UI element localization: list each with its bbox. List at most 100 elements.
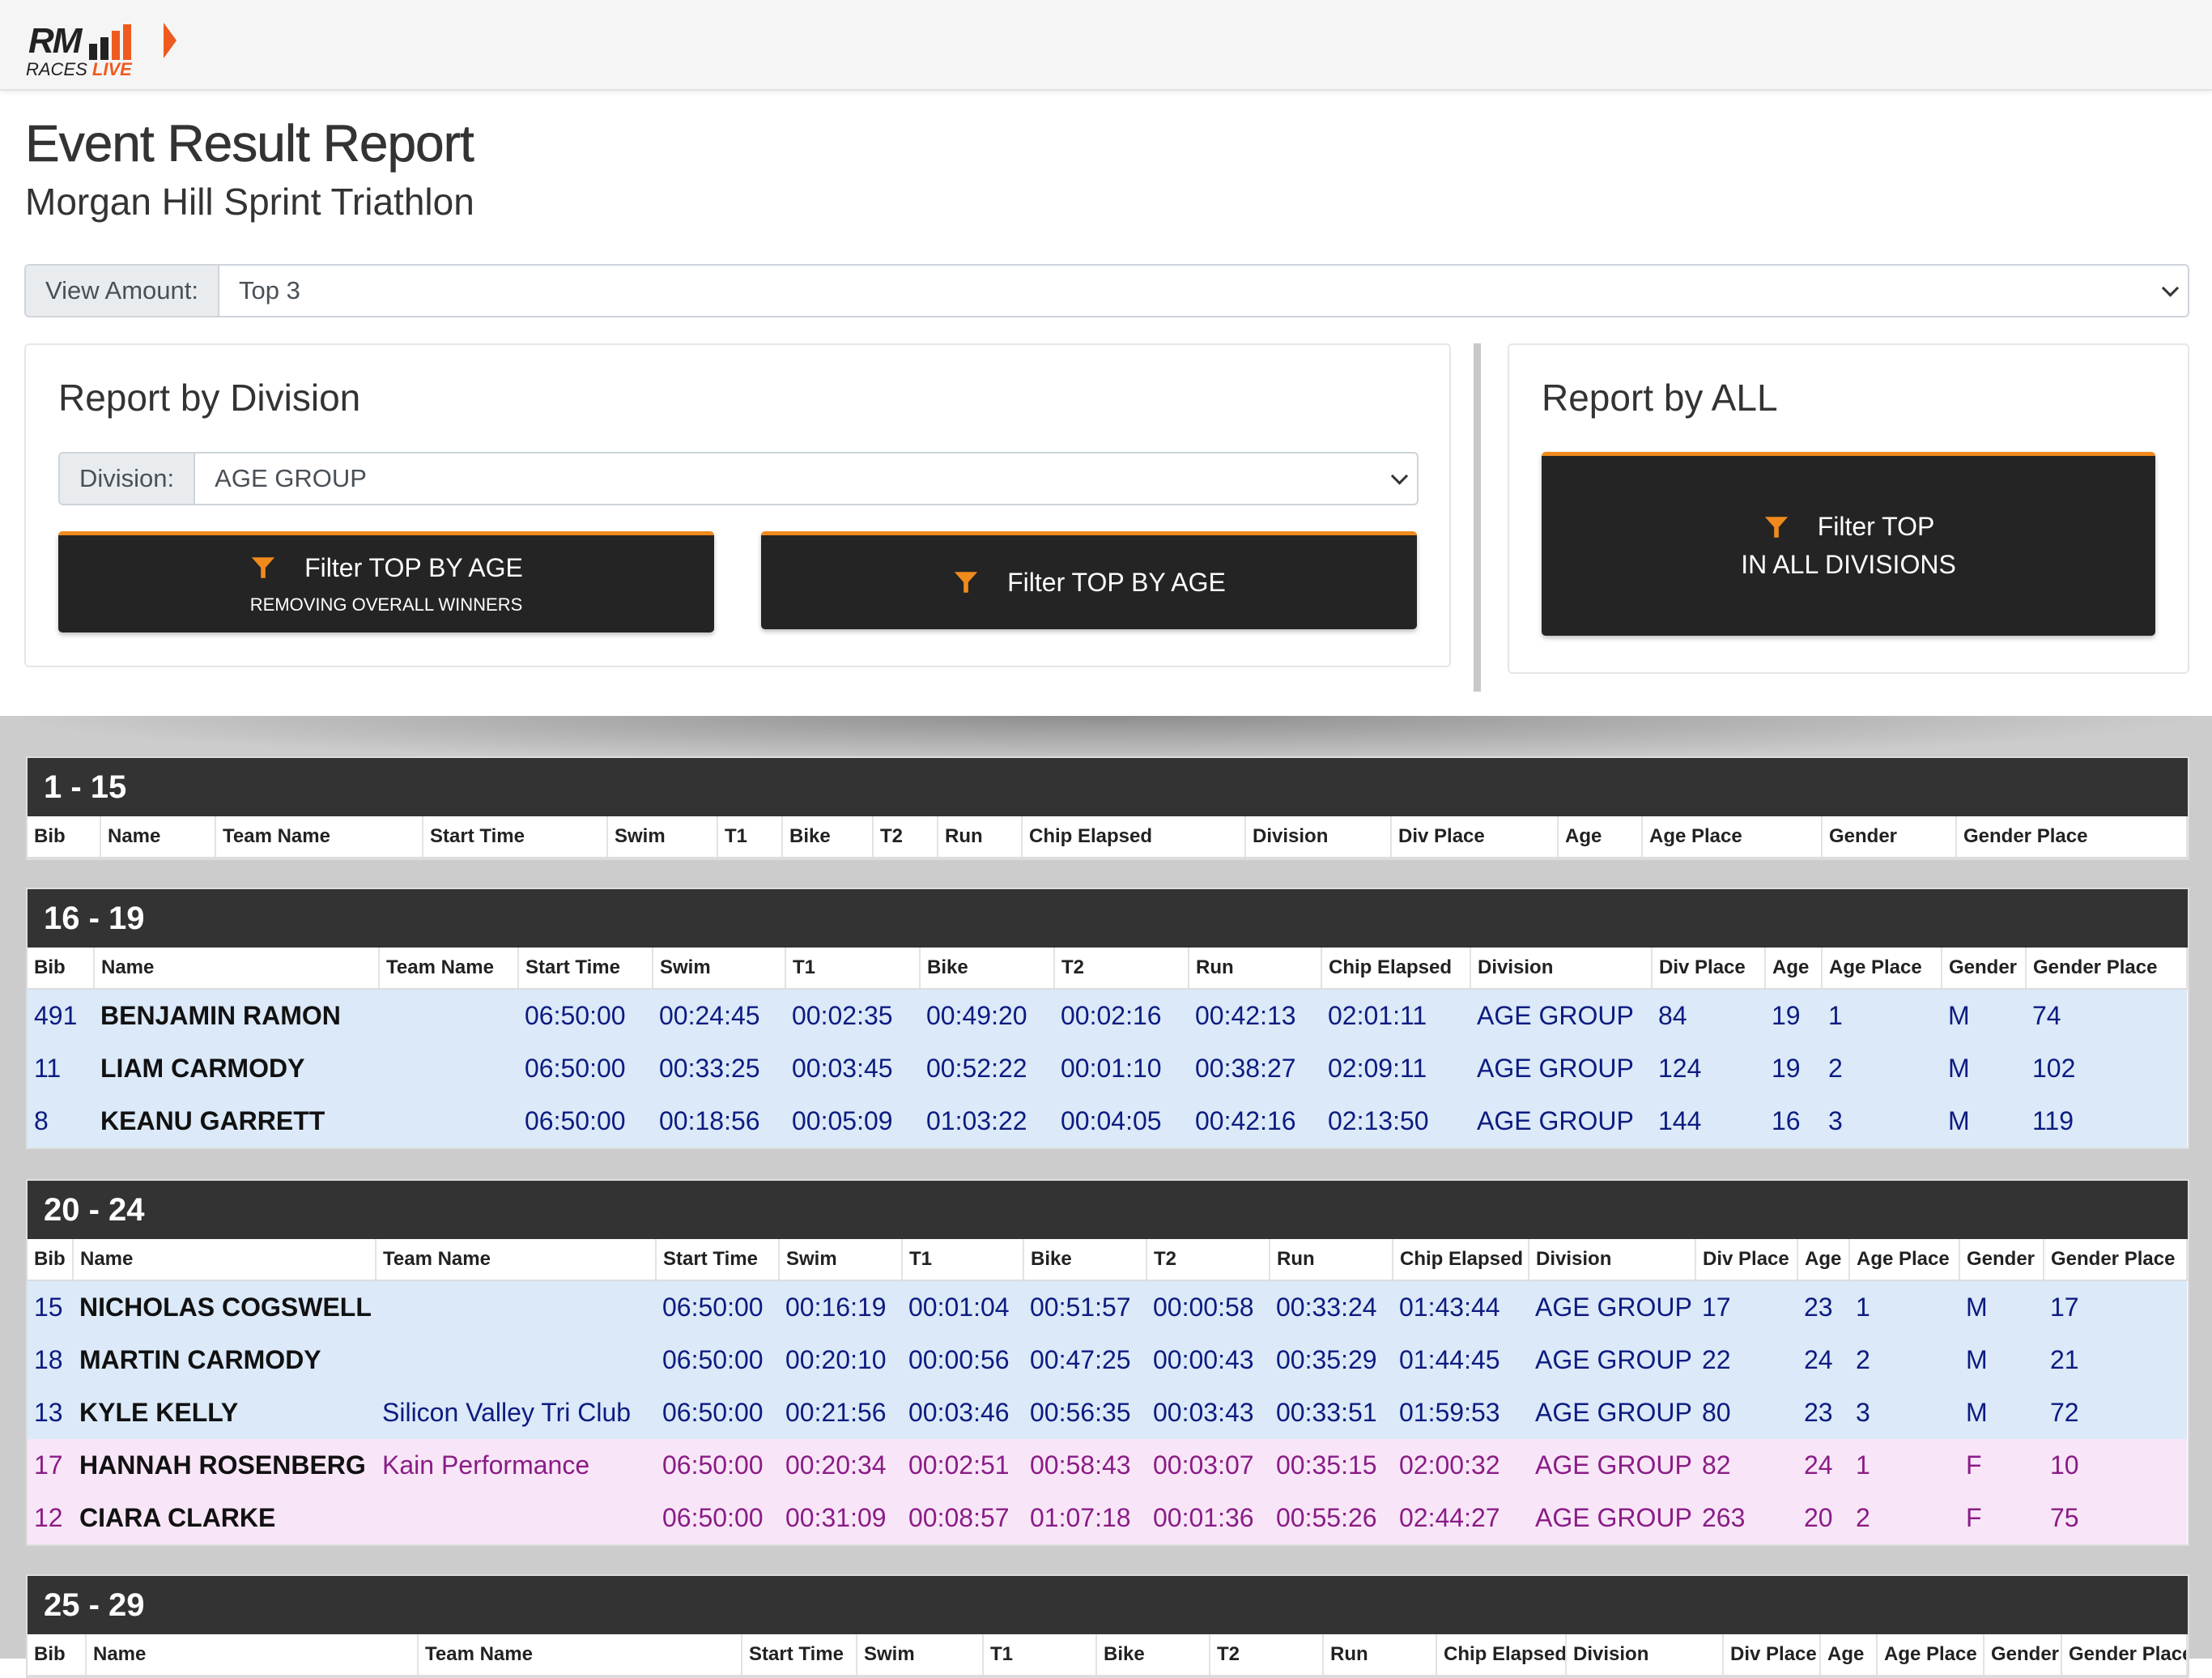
cell-team-name <box>379 989 518 1042</box>
cell-start-time: 06:50:00 <box>656 1280 779 1334</box>
cell-name: CIARA CLARKE <box>73 1492 376 1544</box>
cell-bike: 00:56:35 <box>1023 1386 1146 1439</box>
section-title: 1 - 15 <box>28 758 2188 816</box>
cell-gender: F <box>1959 1439 2044 1492</box>
cell-chip-elapsed: 01:43:44 <box>1393 1280 1529 1334</box>
cell-run: 00:35:29 <box>1270 1334 1393 1386</box>
cell-age-place: 1 <box>1849 1280 1959 1334</box>
cell-bib: 18 <box>28 1334 73 1386</box>
column-header: Age Place <box>1877 1634 1984 1676</box>
section-title: 20 - 24 <box>28 1181 2188 1239</box>
cell-run: 00:33:24 <box>1270 1280 1393 1334</box>
column-header: T2 <box>1210 1634 1324 1676</box>
column-header: Swim <box>779 1239 903 1281</box>
cell-division: AGE GROUP <box>1470 1042 1652 1095</box>
cell-age-place: 2 <box>1849 1492 1959 1544</box>
view-amount-value[interactable]: Top 3 <box>219 266 2188 316</box>
cell-t2: 00:03:43 <box>1146 1386 1270 1439</box>
table-row[interactable]: 17 HANNAH ROSENBERG Kain Performance 06:50:… <box>28 1439 2187 1492</box>
view-amount-select[interactable]: View Amount: Top 3 <box>24 264 2189 317</box>
column-header: T1 <box>983 1634 1097 1676</box>
cell-div-place: 84 <box>1652 989 1765 1042</box>
cell-bib: 491 <box>28 989 94 1042</box>
cell-swim: 00:20:10 <box>779 1334 902 1386</box>
table-row[interactable]: 8 KEANU GARRETT 06:50:00 00:18:56 00:05:09 01… <box>28 1095 2187 1148</box>
column-header: Swim <box>857 1634 984 1676</box>
cell-gender: M <box>1942 989 2026 1042</box>
column-header: Div Place <box>1391 816 1559 858</box>
column-header: Run <box>1270 1239 1393 1281</box>
cell-bike: 01:07:18 <box>1023 1492 1146 1544</box>
cell-age-place: 1 <box>1849 1439 1959 1492</box>
results-section: 1 - 15 Bib Name Team Name Start Time Swim T1 B… <box>26 756 2189 860</box>
cell-start-time: 06:50:00 <box>518 1095 653 1148</box>
column-header: Age Place <box>1849 1239 1960 1281</box>
cell-chip-elapsed: 02:09:11 <box>1321 1042 1470 1095</box>
column-header: Bib <box>28 948 95 990</box>
column-header: Start Time <box>742 1634 857 1676</box>
chevron-down-icon <box>1390 467 1409 485</box>
cell-gender-place: 119 <box>2026 1095 2187 1148</box>
cell-age: 23 <box>1797 1280 1849 1334</box>
cell-bike: 00:52:22 <box>920 1042 1054 1095</box>
cell-gender-place: 21 <box>2044 1334 2187 1386</box>
filter-top-by-age-button[interactable]: Filter TOP BY AGE <box>761 531 1417 629</box>
table-row[interactable]: 491 BENJAMIN RAMON 06:50:00 00:24:45 00:02:3… <box>28 989 2187 1042</box>
table-row[interactable]: 12 CIARA CLARKE 06:50:00 00:31:09 00:08:57 01… <box>28 1492 2187 1544</box>
division-value[interactable]: AGE GROUP <box>195 454 1417 504</box>
filter-top-all-divisions-button[interactable]: Filter TOP IN ALL DIVISIONS <box>1542 452 2155 636</box>
cell-team-name <box>379 1042 518 1095</box>
column-header: Gender <box>1984 1634 2062 1676</box>
cell-div-place: 124 <box>1652 1042 1765 1095</box>
column-header: Gender <box>1959 1239 2044 1281</box>
table-row[interactable]: 15 NICHOLAS COGSWELL 06:50:00 00:16:19 00:01… <box>28 1280 2187 1334</box>
cell-start-time: 06:50:00 <box>656 1439 779 1492</box>
section-title: 16 - 19 <box>28 889 2188 948</box>
cell-t2: 00:00:43 <box>1146 1334 1270 1386</box>
cell-swim: 00:20:34 <box>779 1439 902 1492</box>
cell-bib: 15 <box>28 1280 73 1334</box>
cell-name: HANNAH ROSENBERG <box>73 1439 376 1492</box>
filter-button-sublabel: REMOVING OVERALL WINNERS <box>249 594 523 615</box>
cell-run: 00:35:15 <box>1270 1439 1393 1492</box>
cell-age-place: 2 <box>1849 1334 1959 1386</box>
column-header: Gender Place <box>2044 1239 2188 1281</box>
cell-bib: 17 <box>28 1439 73 1492</box>
cell-team-name <box>379 1095 518 1148</box>
cell-swim: 00:31:09 <box>779 1492 902 1544</box>
cell-division: AGE GROUP <box>1529 1492 1695 1544</box>
table-row[interactable]: 11 LIAM CARMODY 06:50:00 00:33:25 00:03:45 00… <box>28 1042 2187 1095</box>
division-select[interactable]: Division: AGE GROUP <box>58 452 1419 505</box>
cell-swim: 00:18:56 <box>653 1095 785 1148</box>
column-header: Div Place <box>1723 1634 1821 1676</box>
rm-races-live-logo[interactable]: RM RACES LIVE <box>24 15 177 79</box>
cell-start-time: 06:50:00 <box>656 1334 779 1386</box>
cell-swim: 00:33:25 <box>653 1042 785 1095</box>
table-body: 15 NICHOLAS COGSWELL 06:50:00 00:16:19 00:01… <box>28 1280 2187 1544</box>
cell-run: 00:38:27 <box>1189 1042 1321 1095</box>
table-row[interactable]: 13 KYLE KELLY Silicon Valley Tri Club 06:50… <box>28 1386 2187 1439</box>
column-header: Gender Place <box>2061 1634 2188 1676</box>
cell-gender-place: 102 <box>2026 1042 2187 1095</box>
table-row[interactable]: 18 MARTIN CARMODY 06:50:00 00:20:10 00:00:56… <box>28 1334 2187 1386</box>
cell-start-time: 06:50:00 <box>656 1492 779 1544</box>
cell-team-name: Silicon Valley Tri Club <box>376 1386 656 1439</box>
view-amount-label: View Amount: <box>26 266 219 316</box>
cell-age: 20 <box>1797 1492 1849 1544</box>
cell-division: AGE GROUP <box>1470 989 1652 1042</box>
column-header: Start Time <box>423 816 608 858</box>
column-header: Name <box>73 1239 376 1281</box>
results-section: 25 - 29 Bib Name Team Name Start Time Swim T1… <box>26 1574 2189 1678</box>
column-header: Gender <box>1822 816 1957 858</box>
results-table: Bib Name Team Name Start Time Swim T1 Bike T2 Ru… <box>28 1239 2188 1544</box>
division-label: Division: <box>60 454 196 504</box>
filter-top-by-age-removing-button[interactable]: Filter TOP BY AGE REMOVING OVERALL WINNE… <box>58 531 714 632</box>
cell-name: NICHOLAS COGSWELL <box>73 1280 376 1334</box>
cell-gender-place: 75 <box>2044 1492 2187 1544</box>
filter-icon <box>251 557 275 578</box>
column-header: Name <box>94 948 380 990</box>
cell-age: 16 <box>1765 1095 1822 1148</box>
column-header: T2 <box>1146 1239 1270 1281</box>
cell-name: KEANU GARRETT <box>94 1095 379 1148</box>
cell-age: 19 <box>1765 1042 1822 1095</box>
